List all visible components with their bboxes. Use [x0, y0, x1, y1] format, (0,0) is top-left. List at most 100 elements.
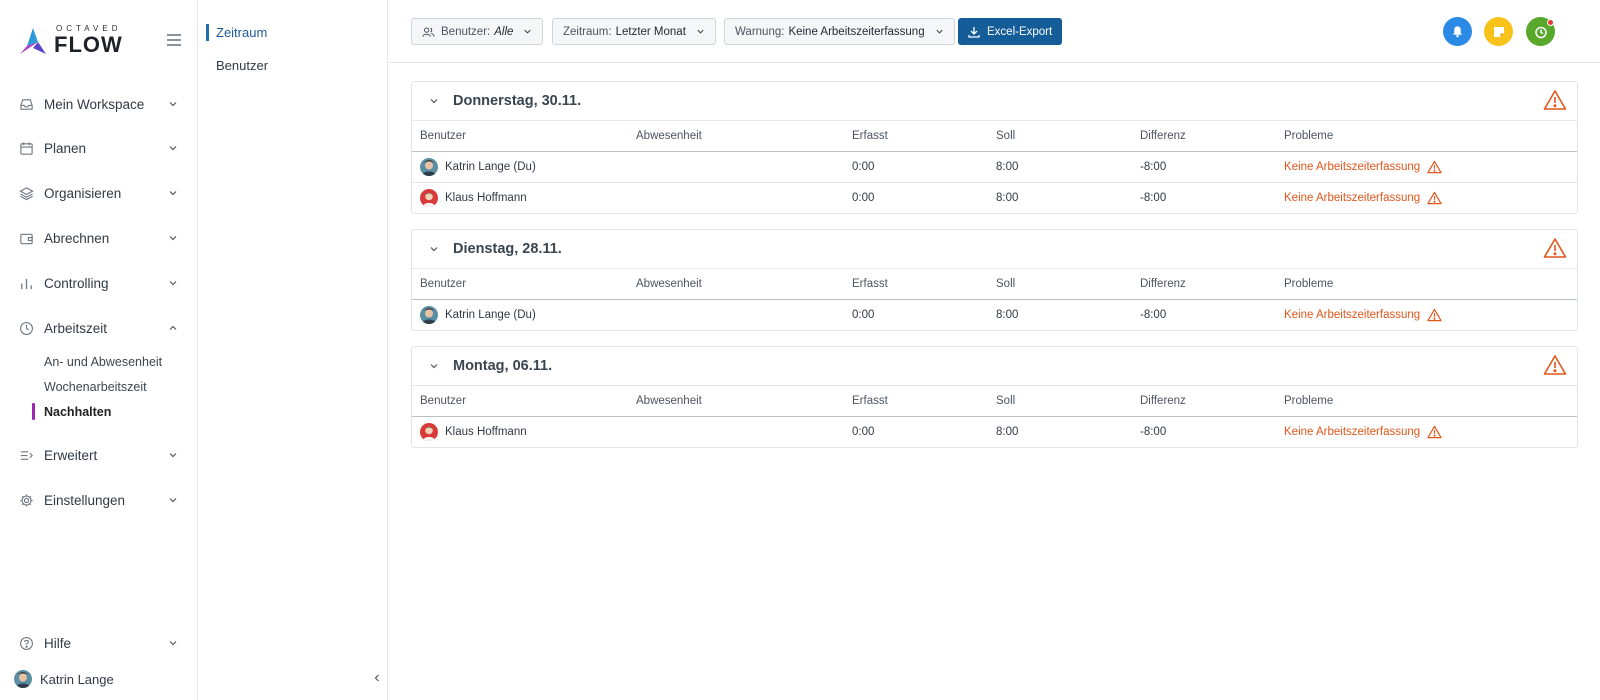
chevron-down-icon: [169, 146, 177, 151]
day-table: Benutzer Abwesenheit Erfasst Soll Differenz P…: [412, 121, 1577, 213]
menu-toggle-icon[interactable]: [167, 34, 181, 46]
warning-icon: [1427, 160, 1442, 173]
sidebar-item-organisieren[interactable]: Organisieren: [18, 181, 180, 205]
notes-button[interactable]: [1484, 17, 1513, 46]
chevron-down-icon: [169, 498, 177, 503]
filter-zeitraum[interactable]: Zeitraum: Letzter Monat: [552, 18, 716, 45]
list-arrow-icon: [18, 447, 34, 463]
column-header: Soll: [988, 269, 1132, 300]
sidebar-item-einstellungen[interactable]: Einstellungen: [18, 488, 180, 512]
logo-icon: [20, 27, 46, 54]
difference-cell: -8:00: [1140, 425, 1167, 438]
absence-cell: [628, 182, 844, 213]
column-header: Benutzer: [412, 386, 628, 417]
filter-value: Letzter Monat: [615, 25, 686, 38]
chevron-up-icon: [169, 325, 177, 330]
gear-icon: [18, 492, 34, 508]
column-header: Abwesenheit: [628, 386, 844, 417]
subnav-active-indicator: [206, 24, 209, 41]
sidebar-item-mein-workspace[interactable]: Mein Workspace: [18, 92, 180, 116]
problem-text: Keine Arbeitszeiterfassung: [1284, 425, 1421, 438]
sidebar-item-hilfe[interactable]: Hilfe: [18, 631, 180, 655]
sidebar-item-controlling[interactable]: Controlling: [18, 271, 180, 295]
sidebar-item-label: Organisieren: [44, 185, 122, 201]
table-row[interactable]: Katrin Lange (Du) 0:00 8:00 -8:00 Keine Arbe…: [412, 299, 1577, 330]
table-row[interactable]: Klaus Hoffmann 0:00 8:00 -8:00 Keine Arbeits…: [412, 416, 1577, 447]
chevron-down-icon[interactable]: [429, 361, 439, 371]
avatar: [420, 305, 438, 324]
active-indicator: [32, 403, 35, 420]
difference-cell: -8:00: [1140, 308, 1167, 321]
column-header: Erfasst: [844, 269, 988, 300]
help-icon: [18, 635, 34, 651]
difference-cell: -8:00: [1132, 151, 1276, 183]
subnav: Zeitraum Benutzer: [198, 0, 388, 700]
warning-icon: [1427, 308, 1442, 321]
sidebar-item-label: Planen: [44, 140, 87, 156]
filter-key: Benutzer:: [441, 25, 491, 38]
column-header: Differenz: [1132, 121, 1276, 152]
target-cell: 8:00: [996, 308, 1019, 321]
user-name[interactable]: Klaus Hoffmann: [445, 426, 527, 438]
sidebar-subitem-nachhalten[interactable]: Nachhalten: [44, 405, 111, 419]
column-header: Erfasst: [844, 386, 988, 417]
chevron-left-icon[interactable]: [372, 673, 382, 683]
day-group-header[interactable]: Montag, 06.11.: [412, 347, 1577, 386]
subnav-item-benutzer[interactable]: Benutzer: [210, 58, 268, 73]
sticky-note-icon: [1493, 26, 1504, 37]
column-header: Soll: [988, 121, 1132, 152]
absence-cell: [628, 299, 844, 330]
problem-link[interactable]: Keine Arbeitszeiterfassung: [1284, 308, 1577, 322]
subnav-item-zeitraum[interactable]: Zeitraum: [210, 25, 267, 40]
sidebar-subitem-wochenarbeitszeit[interactable]: Wochenarbeitszeit: [44, 380, 147, 394]
problem-link[interactable]: Keine Arbeitszeiterfassung: [1284, 160, 1577, 174]
avatar: [420, 157, 438, 176]
day-group: Montag, 06.11. Benutzer Abwesenheit Erfasst…: [411, 346, 1578, 448]
notifications-button[interactable]: [1443, 17, 1472, 46]
logo[interactable]: OCTAVED FLOW: [18, 25, 123, 56]
sidebar-item-erweitert[interactable]: Erweitert: [18, 443, 180, 467]
day-group-title: Montag, 06.11.: [453, 358, 553, 374]
avatar: [14, 670, 32, 688]
excel-export-button[interactable]: Excel-Export: [958, 18, 1063, 45]
warning-icon: [1543, 238, 1567, 258]
chevron-down-icon[interactable]: [429, 96, 439, 106]
sidebar-item-planen[interactable]: Planen: [18, 136, 180, 160]
sidebar-item-label: Controlling: [44, 275, 109, 291]
timer-button[interactable]: [1526, 17, 1555, 46]
chevron-down-icon[interactable]: [429, 244, 439, 254]
filter-key: Zeitraum:: [563, 25, 612, 38]
sidebar-item-label: Mein Workspace: [44, 96, 145, 112]
filter-value: Alle: [494, 25, 514, 38]
day-group: Donnerstag, 30.11. Benutzer Abwesenheit Erf…: [411, 81, 1578, 214]
timer-running-indicator: [1547, 19, 1554, 26]
table-row[interactable]: Katrin Lange (Du) 0:00 8:00 -8:00 Keine Arbe…: [412, 151, 1577, 183]
avatar: [420, 422, 438, 441]
sidebar-item-abrechnen[interactable]: Abrechnen: [18, 226, 180, 250]
sidebar-item-arbeitszeit[interactable]: Arbeitszeit: [18, 316, 180, 340]
sidebar-item-label: Erweitert: [44, 447, 98, 463]
chevron-down-icon: [169, 641, 177, 646]
user-name[interactable]: Katrin Lange (Du): [445, 309, 536, 321]
table-row[interactable]: Klaus Hoffmann 0:00 8:00 -8:00 Keine Arbeits…: [412, 182, 1577, 213]
day-group-header[interactable]: Dienstag, 28.11.: [412, 230, 1577, 269]
inbox-icon: [18, 96, 34, 112]
bell-icon: [1453, 26, 1462, 38]
problem-link[interactable]: Keine Arbeitszeiterfassung: [1284, 425, 1577, 439]
current-user[interactable]: Katrin Lange: [14, 670, 114, 688]
chevron-down-icon: [697, 29, 704, 34]
filter-benutzer[interactable]: Benutzer: Alle: [411, 18, 544, 45]
warning-icon: [1427, 191, 1442, 204]
user-name[interactable]: Klaus Hoffmann: [445, 192, 527, 204]
difference-cell: -8:00: [1140, 191, 1167, 204]
main-content: Benutzer: Alle Zeitraum: Letzter Monat W…: [388, 0, 1600, 700]
day-table: Benutzer Abwesenheit Erfasst Soll Differenz P…: [412, 386, 1577, 447]
target-cell: 8:00: [988, 151, 1132, 183]
day-group-header[interactable]: Donnerstag, 30.11.: [412, 82, 1577, 121]
layers-icon: [18, 185, 34, 201]
sidebar-subitem-an-und-abwesenheit[interactable]: An- und Abwesenheit: [44, 355, 162, 369]
filter-warnung[interactable]: Warnung: Keine Arbeitszeiterfassung: [724, 18, 955, 45]
column-header: Abwesenheit: [628, 269, 844, 300]
user-name[interactable]: Katrin Lange (Du): [445, 161, 536, 173]
problem-link[interactable]: Keine Arbeitszeiterfassung: [1284, 191, 1577, 205]
